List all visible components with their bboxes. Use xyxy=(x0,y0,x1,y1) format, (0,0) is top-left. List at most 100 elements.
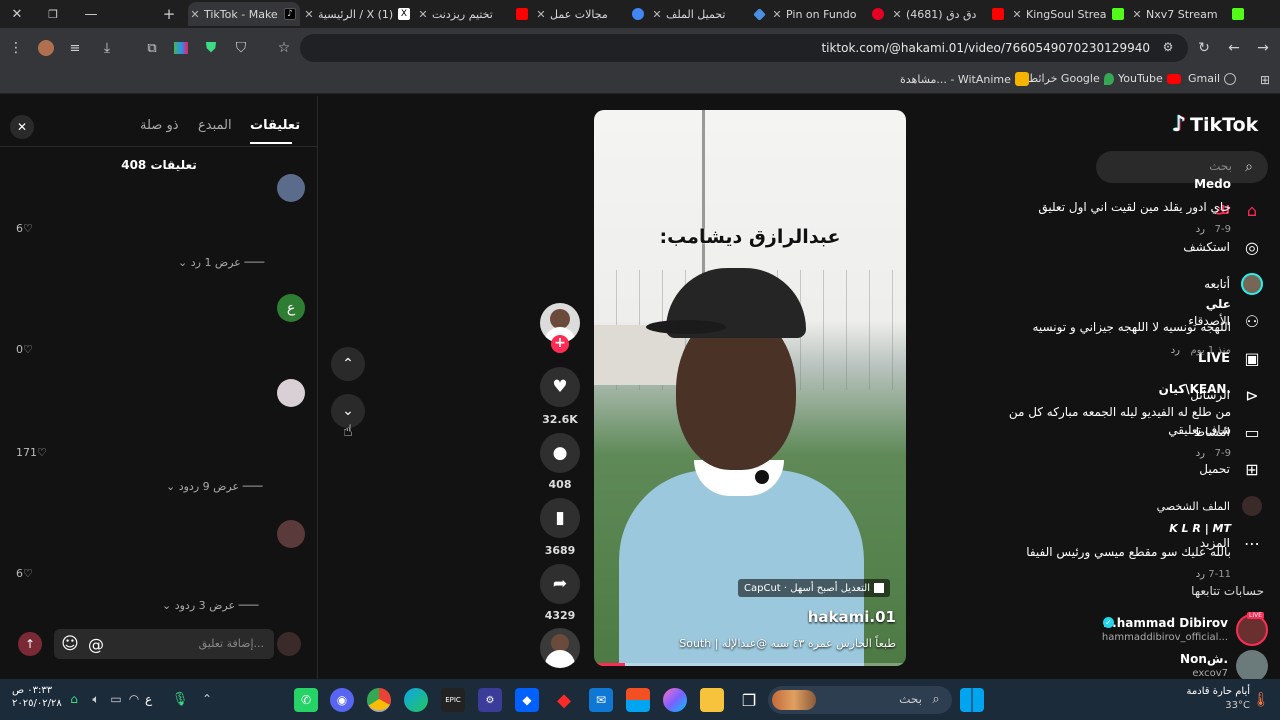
bookmark-star-icon[interactable]: ☆ xyxy=(275,40,293,56)
previous-video-button[interactable]: ⌃ xyxy=(331,347,365,381)
tab-download[interactable]: ✕ تحميل الملف xyxy=(650,2,768,26)
avatar[interactable] xyxy=(277,520,305,548)
bookmark-youtube[interactable]: YouTube xyxy=(1118,72,1181,85)
shield-green-icon[interactable]: ⛊ xyxy=(203,40,219,56)
close-icon[interactable]: ✕ xyxy=(770,8,784,21)
windows-start-icon[interactable] xyxy=(960,688,984,712)
app-icon[interactable]: ⚙ xyxy=(478,688,502,712)
window-minimize-icon[interactable]: — xyxy=(82,5,100,23)
shield-icon[interactable]: ⛉ xyxy=(233,40,249,56)
capcut-badge[interactable]: CapCut · التعديل أصبح أسهل xyxy=(738,579,890,597)
reload-icon[interactable]: ↻ xyxy=(1196,40,1212,56)
comment-author[interactable]: كيان\KEAN. xyxy=(1159,382,1231,396)
video-player[interactable]: عبدالرازق ديشامب: CapCut · التعديل أصبح … xyxy=(594,110,906,666)
language-indicator[interactable]: ع xyxy=(145,692,152,706)
search-input[interactable]: بحث xyxy=(1209,159,1232,173)
close-icon[interactable]: ✕ xyxy=(302,8,316,21)
task-view-icon[interactable]: ❐ xyxy=(737,688,761,712)
nav-explore[interactable]: استكشف ◎ xyxy=(1183,235,1264,259)
site-settings-icon[interactable]: ⚙ xyxy=(1160,39,1176,55)
whatsapp-icon[interactable]: ✆ xyxy=(294,688,318,712)
comment-author[interactable]: Medo xyxy=(1194,177,1231,191)
comment-like[interactable]: 0♡ xyxy=(16,343,33,356)
address-bar[interactable]: tiktok.com/@hakami.01/video/766054907023… xyxy=(300,34,1188,62)
comment-input[interactable]: إضافة تعليق... xyxy=(199,637,264,650)
menu-dots-icon[interactable]: ⋮ xyxy=(8,40,24,56)
copilot-icon[interactable] xyxy=(663,688,687,712)
my-avatar[interactable] xyxy=(277,632,301,656)
bookmark-gmail[interactable]: Gmail xyxy=(1188,72,1237,85)
comment-author[interactable]: علي xyxy=(1206,297,1231,311)
tab-creator[interactable]: المبدع xyxy=(198,118,232,133)
nav-profile[interactable]: الملف الشخصي xyxy=(1157,494,1264,518)
battery-icon[interactable]: ▭ xyxy=(108,690,124,708)
taskbar-clock[interactable]: ٠٣:٣٣ ص ٢٠٢٥/٠٢/٢٨ xyxy=(12,684,62,710)
nav-upload[interactable]: تحميل ⊞ xyxy=(1199,457,1264,481)
forward-icon[interactable]: ← xyxy=(1226,40,1242,56)
avatar[interactable]: ع xyxy=(277,294,305,322)
game-launcher-icon[interactable]: ◆ xyxy=(552,688,576,712)
mail-icon[interactable]: ✉ xyxy=(589,688,613,712)
reply-button[interactable]: رد xyxy=(1196,569,1205,580)
comment-like[interactable]: 6♡ xyxy=(16,222,33,235)
window-close-icon[interactable]: ✕ xyxy=(8,5,26,23)
reply-button[interactable]: رد xyxy=(1196,224,1205,235)
new-tab-icon[interactable]: + xyxy=(160,5,178,23)
file-explorer-icon[interactable] xyxy=(700,688,724,712)
tab-pinterest[interactable]: ✕ Pin on Fundo xyxy=(770,2,888,26)
tab-kick-2[interactable]: ✕ Nxv7 Stream xyxy=(1130,2,1248,26)
like-button[interactable]: ♥ xyxy=(540,367,580,407)
close-panel-button[interactable]: ✕ xyxy=(10,115,34,139)
avatar[interactable] xyxy=(277,174,305,202)
extensions-icon[interactable]: ⧉ xyxy=(143,40,161,56)
close-icon[interactable]: ✕ xyxy=(650,8,664,21)
bookmark-maps[interactable]: خرائط Google xyxy=(1028,72,1114,85)
mention-icon[interactable]: @ xyxy=(86,634,106,654)
view-replies[interactable]: ⌄ عرض 3 ردود ─── xyxy=(162,599,258,612)
comment-button[interactable]: ● xyxy=(540,433,580,473)
download-icon[interactable]: ⤓ xyxy=(98,40,116,56)
reply-button[interactable]: رد xyxy=(1196,448,1205,459)
notification-icon[interactable]: ⌂ xyxy=(64,690,84,708)
comment-input-box[interactable]: ☺ @ إضافة تعليق... xyxy=(54,629,274,659)
chrome-icon[interactable] xyxy=(367,688,391,712)
media-control-icon[interactable]: ≡ xyxy=(66,40,84,56)
taskbar-search-input[interactable]: بحث xyxy=(899,692,922,706)
close-icon[interactable]: ✕ xyxy=(890,8,904,21)
tray-expand-icon[interactable]: ⌃ xyxy=(200,690,214,708)
tab-related[interactable]: ذو صلة xyxy=(140,118,179,133)
store-icon[interactable] xyxy=(626,688,650,712)
follow-plus-icon[interactable]: + xyxy=(551,335,569,353)
following-account[interactable]: LIVE ...hammad Dibirov ✓ hammaddibirov_o… xyxy=(1100,612,1268,648)
comment-like[interactable]: 6♡ xyxy=(16,567,33,580)
taskbar-search-box[interactable]: بحث ⌕ xyxy=(768,686,952,714)
window-restore-icon[interactable]: ❐ xyxy=(44,5,62,23)
close-icon[interactable]: ✕ xyxy=(1010,8,1024,21)
sound-disc[interactable] xyxy=(540,628,580,668)
apps-grid-icon[interactable]: ⊞ xyxy=(1257,72,1273,88)
tab-tiktok[interactable]: ✕ TikTok - Make Your Day ♪ xyxy=(188,2,300,26)
edge-icon[interactable] xyxy=(404,688,428,712)
tab-youtube-1[interactable]: ✕ تختيم ريزدنت xyxy=(416,2,532,26)
back-icon[interactable]: → xyxy=(1255,40,1271,56)
close-icon[interactable]: ✕ xyxy=(1130,8,1144,21)
tab-x[interactable]: ✕ الرئيسية / X (1) X xyxy=(302,2,414,26)
save-button[interactable]: ▮ xyxy=(540,498,580,538)
tab-gemini[interactable]: ✕ مجالات عمل xyxy=(534,2,648,26)
view-replies[interactable]: ⌄ عرض 1 رد ─── xyxy=(178,256,264,269)
microphone-icon[interactable]: 🎙︎ xyxy=(172,690,189,708)
url-text[interactable]: tiktok.com/@hakami.01/video/766054907023… xyxy=(821,41,1150,55)
emoji-icon[interactable]: ☺ xyxy=(60,634,80,654)
search-icon[interactable]: ⌕ xyxy=(1240,158,1258,176)
close-icon[interactable]: ✕ xyxy=(188,8,202,21)
dropbox-icon[interactable]: ◆ xyxy=(515,688,539,712)
close-icon[interactable]: ✕ xyxy=(534,8,548,21)
bookmark-witanime[interactable]: مشاهدة... - WitAnime xyxy=(900,72,1029,86)
volume-icon[interactable]: 🔈︎ xyxy=(88,690,104,708)
wifi-icon[interactable]: ◠ xyxy=(126,690,142,708)
discord-icon[interactable]: ◉ xyxy=(330,688,354,712)
epic-games-icon[interactable]: EPIC xyxy=(441,688,465,712)
tab-comments[interactable]: تعليقات xyxy=(250,118,300,133)
post-comment-button[interactable]: ↑ xyxy=(18,632,42,656)
comment-author[interactable]: K L R | MT xyxy=(1169,522,1231,535)
